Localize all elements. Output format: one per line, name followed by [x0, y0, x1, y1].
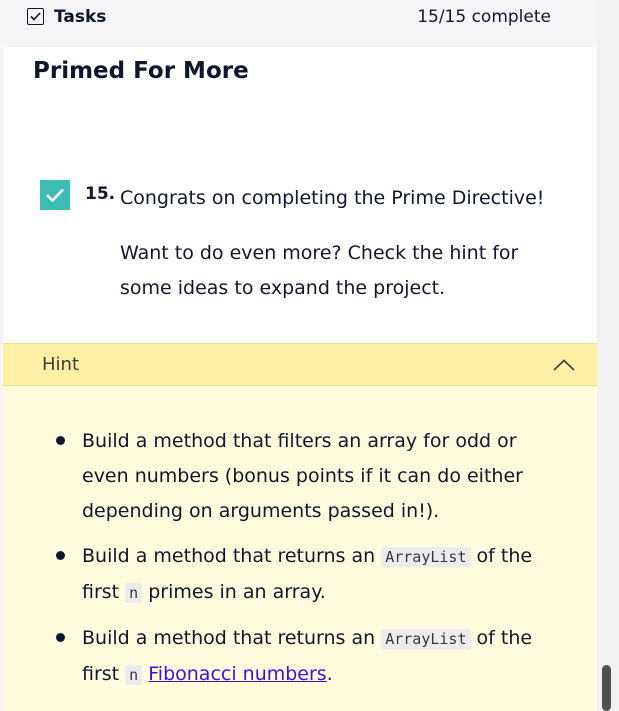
- hint-item-text: .: [326, 663, 333, 685]
- task-number: 15.: [85, 184, 116, 204]
- bullet-icon: [56, 436, 65, 445]
- code-n: n: [125, 583, 143, 603]
- task-text: Congrats on completing the Prime Directi…: [120, 187, 545, 209]
- hint-item: Build a method that filters an array for…: [56, 424, 562, 529]
- hint-item-text: primes in an array.: [142, 581, 326, 603]
- bullet-icon: [56, 551, 65, 560]
- task-subtext: Want to do even more? Check the hint for…: [120, 242, 519, 299]
- scrollbar-thumb[interactable]: [602, 665, 611, 711]
- fibonacci-link[interactable]: Fibonacci numbers: [148, 663, 326, 685]
- task-body: Congrats on completing the Prime Directi…: [120, 181, 560, 306]
- tasks-check-icon: [27, 8, 44, 25]
- tasks-progress: 15/15 complete: [417, 6, 551, 27]
- hint-item: Build a method that returns an ArrayList…: [56, 621, 562, 693]
- hint-label: Hint: [42, 354, 80, 375]
- code-n: n: [125, 665, 143, 685]
- scrollbar-track[interactable]: [597, 0, 619, 711]
- hint-item: Build a method that returns an ArrayList…: [56, 539, 562, 611]
- task-checkbox[interactable]: [40, 180, 70, 210]
- app-frame: Tasks 15/15 complete Primed For More 15.…: [0, 0, 619, 711]
- hint-item-text: Build a method that filters an array for…: [82, 430, 523, 522]
- tasks-title: Tasks: [54, 6, 107, 27]
- hint-item-text: Build a method that returns an: [82, 627, 382, 649]
- chevron-up-icon[interactable]: [553, 358, 575, 371]
- hint-toggle-bar[interactable]: Hint: [3, 343, 597, 386]
- code-arraylist: ArrayList: [381, 547, 471, 567]
- bullet-icon: [56, 633, 65, 642]
- hint-list: Build a method that filters an array for…: [56, 424, 562, 703]
- tasks-header: Tasks 15/15 complete: [0, 0, 597, 47]
- hint-item-text: Build a method that returns an: [82, 545, 382, 567]
- section-title: Primed For More: [33, 58, 249, 84]
- checkmark-icon: [46, 188, 64, 203]
- code-arraylist: ArrayList: [381, 629, 471, 649]
